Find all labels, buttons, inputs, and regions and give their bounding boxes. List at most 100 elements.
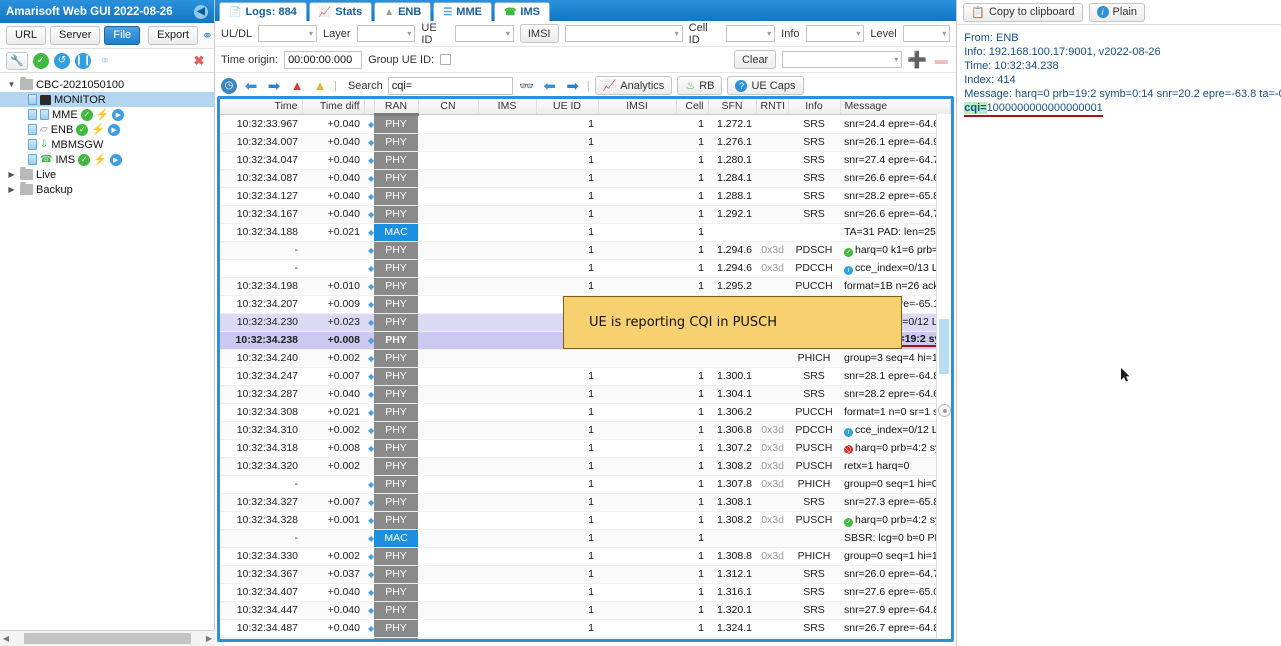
play-icon[interactable]: ▶ bbox=[112, 108, 125, 121]
clear-button[interactable]: Clear bbox=[733, 50, 777, 69]
table-row[interactable]: 10:32:34.327 +0.007 ◆ PHY 1 1 1.308.1 SRS snr=27… bbox=[220, 493, 951, 512]
expand-arrow-icon[interactable]: ▼ bbox=[6, 80, 17, 89]
scroll-left-icon[interactable]: ◀ bbox=[0, 634, 12, 643]
table-row[interactable]: 10:32:34.247 +0.007 ◆ PHY 1 1 1.300.1 SRS snr=28… bbox=[220, 367, 951, 386]
wrench-icon[interactable]: 🔧 bbox=[6, 51, 28, 70]
tab-stats[interactable]: 📈 Stats bbox=[308, 2, 373, 21]
link-icon[interactable]: ⚭ bbox=[96, 52, 114, 70]
tree-item-monitor[interactable]: MONITOR bbox=[0, 92, 214, 107]
tab-ims[interactable]: ☎ IMS bbox=[493, 2, 550, 21]
chevron-left-icon[interactable]: ◀ bbox=[194, 4, 208, 19]
col-cn[interactable]: CN bbox=[418, 99, 479, 115]
analytics-button[interactable]: 📈 Analytics bbox=[594, 76, 673, 95]
collapse-arrow-icon[interactable]: ▶ bbox=[6, 185, 17, 194]
table-row[interactable]: 10:32:34.328 +0.001 ◆ PHY 1 1 1.308.2 0x3d PUSCH… bbox=[220, 511, 951, 530]
imsi-select[interactable]: ▾ bbox=[564, 25, 683, 42]
url-button[interactable]: URL bbox=[6, 26, 47, 45]
table-row[interactable]: - ◆ PHY 1 1 1.307.8 0x3d PHICH group=0 seq=1 hi=… bbox=[220, 475, 951, 494]
uldl-select[interactable]: ▾ bbox=[258, 25, 318, 42]
search-next-icon[interactable]: ➡ bbox=[564, 77, 582, 95]
tree-item-ims[interactable]: ☎ IMS ✓ ⚡ ▶ bbox=[0, 152, 214, 167]
tree-item-mbmsgw[interactable]: ⇩ MBMSGW bbox=[0, 137, 214, 152]
table-row[interactable]: 10:32:34.007 +0.040 ◆ PHY 1 1 1.276.1 SRS snr=26… bbox=[220, 133, 951, 152]
table-row[interactable]: 10:32:34.447 +0.040 ◆ PHY 1 1 1.320.1 SRS snr=27… bbox=[220, 601, 951, 620]
minus-icon[interactable]: ▬ bbox=[932, 51, 950, 69]
file-button[interactable]: File bbox=[104, 26, 141, 45]
table-row[interactable]: 10:32:34.167 +0.040 ◆ PHY 1 1 1.292.1 SRS snr=26… bbox=[220, 205, 951, 224]
table-row[interactable]: 10:32:34.330 +0.002 ◆ PHY 1 1 1.308.8 0x3d PHICH… bbox=[220, 547, 951, 566]
col-time[interactable]: Time bbox=[220, 99, 303, 115]
table-row[interactable]: - ◆ PHY 1 1 1.294.6 0x3d PDSCH ✓ harq=0 k1=6 prb=… bbox=[220, 241, 951, 260]
table-row[interactable]: 10:32:34.127 +0.040 ◆ PHY 1 1 1.288.1 SRS snr=28… bbox=[220, 187, 951, 206]
layer-select[interactable]: ▾ bbox=[356, 25, 416, 42]
col-ran[interactable]: RAN bbox=[374, 99, 419, 116]
col-rnti[interactable]: RNTI bbox=[756, 99, 789, 115]
tree-item-enb[interactable]: ▱ ENB ✓ ⚡ ▶ bbox=[0, 122, 214, 137]
table-row[interactable]: 10:32:33.967 +0.040 ◆ PHY 1 1 1.272.1 SRS snr=24… bbox=[220, 114, 951, 134]
table-row[interactable]: 10:32:34.407 +0.040 ◆ PHY 1 1 1.316.1 SRS snr=27… bbox=[220, 583, 951, 602]
col-ueid[interactable]: UE ID bbox=[536, 99, 599, 115]
tab-enb[interactable]: ▲ ENB bbox=[374, 2, 432, 21]
table-row[interactable]: 10:32:34.198 +0.010 ◆ PHY 1 1 1.295.2 PUCCH form… bbox=[220, 277, 951, 296]
col-timediff[interactable]: Time diff bbox=[302, 99, 365, 115]
table-row[interactable]: 10:32:34.310 +0.002 ◆ PHY 1 1 1.306.8 0x3d PDCCH… bbox=[220, 421, 951, 440]
uecaps-button[interactable]: ? UE Caps bbox=[727, 76, 804, 95]
col-sfn[interactable]: SFN bbox=[708, 99, 757, 115]
table-row[interactable]: 10:32:34.188 +0.021 ◆ MAC 1 1 TA=31 PAD: len=2… bbox=[220, 223, 951, 242]
rb-button[interactable]: ♨ RB bbox=[677, 76, 723, 95]
col-imsi[interactable]: IMSI bbox=[598, 99, 677, 115]
close-x-icon[interactable]: ✖ bbox=[190, 52, 208, 70]
pause-icon[interactable]: ❙❙ bbox=[75, 52, 91, 69]
plain-button[interactable]: i Plain bbox=[1088, 2, 1146, 22]
table-row[interactable]: 10:32:34.240 +0.002 ◆ PHY PHICH group=3 seq=4… bbox=[220, 349, 951, 368]
tab-logs[interactable]: 📄 Logs: 884 bbox=[219, 2, 307, 21]
tree-item-mme[interactable]: MME ✓ ⚡ ▶ bbox=[0, 107, 214, 122]
table-row[interactable]: 10:32:34.318 +0.008 ◆ PHY 1 1 1.307.2 0x3d PUSCH… bbox=[220, 439, 951, 458]
table-row[interactable]: 10:32:34.367 +0.037 ◆ PHY 1 1 1.312.1 SRS snr=26… bbox=[220, 565, 951, 584]
copy-to-clipboard-button[interactable]: 📋 Copy to clipboard bbox=[963, 2, 1083, 22]
table-row[interactable]: 10:32:34.287 +0.040 ◆ PHY 1 1 1.304.1 SRS snr=28… bbox=[220, 385, 951, 404]
warning-triangle-icon[interactable]: ▲ bbox=[311, 77, 329, 95]
table-row[interactable]: 10:32:34.308 +0.021 ◆ PHY 1 1 1.306.2 PUCCH form… bbox=[220, 403, 951, 422]
col-info[interactable]: Info bbox=[788, 99, 841, 115]
table-row[interactable]: 10:32:34.320 +0.002 PHY 1 1 1.308.2 0x3d PUSCH r… bbox=[220, 457, 951, 476]
check-circle-icon[interactable]: ✓ bbox=[33, 52, 49, 69]
collapse-arrow-icon[interactable]: ▶ bbox=[6, 170, 17, 179]
arrow-right-icon[interactable]: ➡ bbox=[265, 77, 283, 95]
imsi-button[interactable]: IMSI bbox=[519, 24, 559, 43]
table-row[interactable]: 10:32:34.047 +0.040 ◆ PHY 1 1 1.280.1 SRS snr=27… bbox=[220, 151, 951, 170]
arrow-left-icon[interactable]: ⬅ bbox=[242, 77, 260, 95]
ueid-select[interactable]: ▾ bbox=[455, 25, 514, 42]
col-cell[interactable]: Cell bbox=[676, 99, 709, 115]
scroll-resize-handle[interactable] bbox=[938, 404, 952, 417]
sidebar-horizontal-scrollbar[interactable]: ◀ ▶ bbox=[0, 630, 215, 646]
scrollbar-thumb[interactable] bbox=[939, 319, 950, 374]
search-input[interactable]: cqi= bbox=[387, 76, 513, 95]
refresh-icon[interactable]: ↺ bbox=[54, 52, 70, 69]
col-ims[interactable]: IMS bbox=[478, 99, 537, 115]
cellid-select[interactable]: ▾ bbox=[725, 25, 776, 42]
server-button[interactable]: Server bbox=[50, 26, 101, 45]
level-select[interactable]: ▾ bbox=[902, 25, 951, 42]
error-triangle-icon[interactable]: ▲ bbox=[288, 77, 306, 95]
col-message[interactable]: Message bbox=[840, 99, 952, 115]
clear-select[interactable]: ▾ bbox=[782, 51, 903, 68]
search-prev-icon[interactable]: ⬅ bbox=[541, 77, 559, 95]
table-row[interactable]: - ◆MAC 1 1 SBSR: lcg=0 b=0 PHR: ph=63 PAD: l… bbox=[220, 529, 951, 548]
tree-item-cbc[interactable]: ▼ CBC-2021050100 bbox=[0, 77, 214, 92]
plus-icon[interactable]: ➕ bbox=[907, 51, 927, 69]
table-row[interactable]: 10:32:34.527+0.040◆PHY111.328.1SRSsnr=26… bbox=[220, 637, 951, 639]
tab-mme[interactable]: ☰ MME bbox=[433, 2, 492, 21]
info-select[interactable]: ▾ bbox=[805, 25, 865, 42]
binoculars-icon[interactable]: 👓 bbox=[518, 77, 536, 95]
tree-item-live[interactable]: ▶ Live bbox=[0, 167, 214, 182]
network-icon[interactable]: ⚭ bbox=[202, 27, 213, 45]
clock-icon[interactable]: ◷ bbox=[221, 77, 237, 94]
scroll-right-icon[interactable]: ▶ bbox=[203, 634, 215, 643]
table-row[interactable]: 10:32:34.487 +0.040 ◆ PHY 1 1 1.324.1 SRS snr=26… bbox=[220, 619, 951, 638]
play-icon[interactable]: ▶ bbox=[109, 153, 122, 166]
play-icon[interactable]: ▶ bbox=[108, 123, 121, 136]
group-ueid-checkbox[interactable] bbox=[440, 54, 452, 65]
table-row[interactable]: 10:32:34.087 +0.040 ◆ PHY 1 1 1.284.1 SRS snr=26… bbox=[220, 169, 951, 188]
export-button[interactable]: Export bbox=[148, 26, 198, 45]
